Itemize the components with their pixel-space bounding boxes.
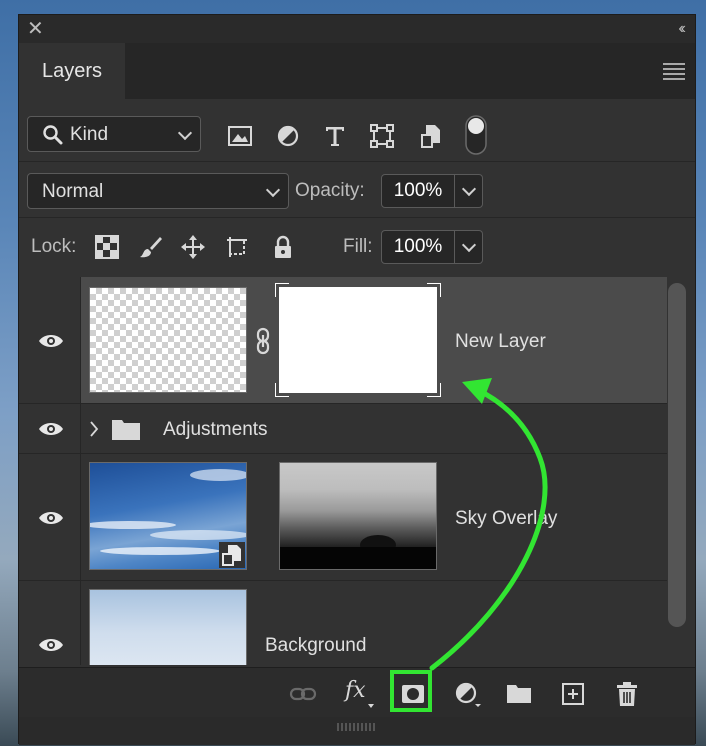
annotation-arrow-icon — [429, 378, 548, 671]
